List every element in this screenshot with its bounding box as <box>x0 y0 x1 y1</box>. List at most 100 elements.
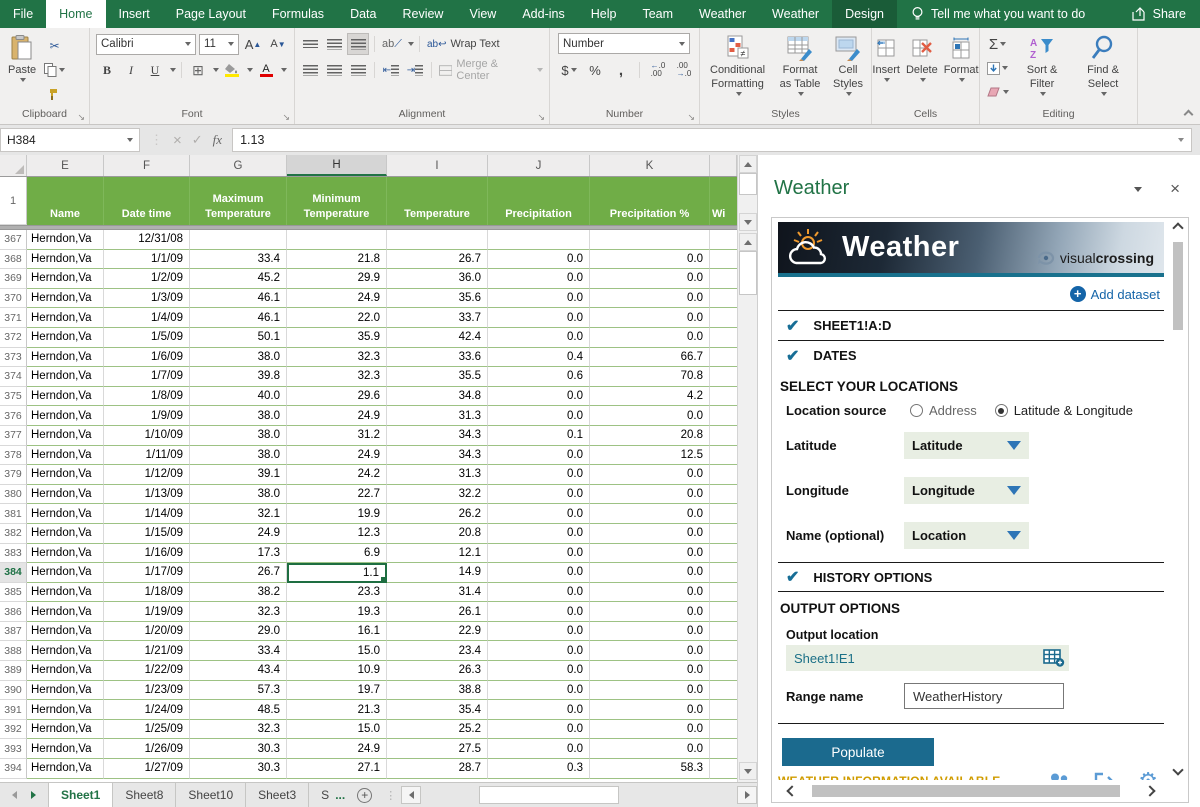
cell[interactable]: 31.3 <box>387 465 488 485</box>
cell[interactable]: 1/11/09 <box>104 446 190 466</box>
ribbon-tab-page-layout[interactable]: Page Layout <box>163 0 259 28</box>
underline-button[interactable]: U <box>144 59 166 81</box>
ribbon-tab-team[interactable]: Team <box>629 0 686 28</box>
row-number[interactable]: 383 <box>0 544 27 564</box>
select-all-corner[interactable] <box>0 155 27 176</box>
row-number[interactable]: 379 <box>0 465 27 485</box>
cell[interactable]: 38.0 <box>190 406 287 426</box>
column-header-partial[interactable] <box>710 155 737 176</box>
cell[interactable] <box>710 485 737 505</box>
cell[interactable] <box>710 406 737 426</box>
cell[interactable]: 0.0 <box>488 465 590 485</box>
longitude-select[interactable]: Longitude <box>904 477 1029 504</box>
ribbon-tab-view[interactable]: View <box>456 0 509 28</box>
cell[interactable]: 34.3 <box>387 446 488 466</box>
format-cells-button[interactable]: Format <box>941 31 982 85</box>
cell[interactable]: 1/25/09 <box>104 720 190 740</box>
cell[interactable]: 26.7 <box>190 563 287 583</box>
cell[interactable]: 33.4 <box>190 250 287 270</box>
sheet-tab-sheet3[interactable]: Sheet3 <box>246 783 309 807</box>
cell[interactable]: 38.8 <box>387 681 488 701</box>
cell[interactable]: 0.0 <box>488 250 590 270</box>
cell[interactable]: 1/20/09 <box>104 622 190 642</box>
sheet-overflow-ellipsis[interactable]: ... <box>331 783 349 807</box>
cell[interactable]: 24.9 <box>287 289 387 309</box>
cell[interactable]: 0.0 <box>590 700 710 720</box>
cell[interactable] <box>190 230 287 250</box>
merge-center-button[interactable]: Merge & Center <box>437 59 545 81</box>
cell[interactable]: 16.1 <box>287 622 387 642</box>
find-select-button[interactable]: Find & Select <box>1071 31 1135 99</box>
orientation-caret-icon[interactable] <box>408 42 414 46</box>
sheet-tab-s[interactable]: S <box>309 783 331 807</box>
name-box[interactable]: H384 <box>0 128 140 152</box>
cell[interactable] <box>710 641 737 661</box>
ribbon-tab-data[interactable]: Data <box>337 0 389 28</box>
ribbon-tab-file[interactable]: File <box>0 0 46 28</box>
align-center-icon[interactable] <box>323 59 345 81</box>
cell[interactable]: 0.0 <box>590 739 710 759</box>
collapse-ribbon-icon[interactable] <box>1184 110 1194 120</box>
insert-function-icon[interactable]: fx <box>213 132 222 148</box>
cell[interactable]: 19.3 <box>287 602 387 622</box>
cell[interactable]: 0.0 <box>590 289 710 309</box>
cell[interactable]: 25.2 <box>387 720 488 740</box>
autosum-button[interactable]: Σ <box>984 33 1011 55</box>
cell[interactable] <box>710 504 737 524</box>
cell[interactable]: 0.0 <box>488 308 590 328</box>
cell[interactable]: 0.0 <box>488 739 590 759</box>
cell[interactable]: 0.0 <box>488 563 590 583</box>
font-color-icon[interactable]: A <box>255 59 277 81</box>
sheet-tab-sheet10[interactable]: Sheet10 <box>176 783 246 807</box>
cell[interactable] <box>710 602 737 622</box>
align-bottom-icon[interactable] <box>347 33 369 55</box>
cell[interactable] <box>710 348 737 368</box>
row-number[interactable]: 369 <box>0 269 27 289</box>
italic-button[interactable]: I <box>120 59 142 81</box>
cell[interactable]: 0.0 <box>488 720 590 740</box>
cell[interactable]: Herndon,Va <box>27 308 104 328</box>
cell[interactable]: 0.0 <box>590 544 710 564</box>
expand-formula-bar-icon[interactable] <box>1178 138 1184 142</box>
row-number[interactable]: 374 <box>0 367 27 387</box>
cell[interactable] <box>710 720 737 740</box>
cell[interactable]: 24.2 <box>287 465 387 485</box>
row-number[interactable]: 372 <box>0 328 27 348</box>
cell[interactable]: 32.3 <box>190 720 287 740</box>
cell-styles-button[interactable]: Cell Styles <box>827 31 869 99</box>
cell[interactable]: 30.3 <box>190 739 287 759</box>
pane-scroll-down-icon[interactable] <box>1172 764 1183 775</box>
cell[interactable]: 0.0 <box>590 720 710 740</box>
row-number[interactable]: 386 <box>0 602 27 622</box>
cell[interactable]: 58.3 <box>590 759 710 779</box>
cell[interactable]: 33.7 <box>387 308 488 328</box>
cell[interactable]: 1/3/09 <box>104 289 190 309</box>
cell[interactable]: 39.1 <box>190 465 287 485</box>
cell[interactable]: 1/17/09 <box>104 563 190 583</box>
row-number[interactable]: 388 <box>0 641 27 661</box>
cell[interactable]: 26.7 <box>387 250 488 270</box>
ribbon-tab-add-ins[interactable]: Add-ins <box>509 0 577 28</box>
cell[interactable]: 1/4/09 <box>104 308 190 328</box>
cell[interactable]: 42.4 <box>387 328 488 348</box>
cell[interactable]: 0.0 <box>590 563 710 583</box>
cell[interactable]: 15.0 <box>287 641 387 661</box>
cell[interactable]: Herndon,Va <box>27 406 104 426</box>
cell[interactable]: 14.9 <box>387 563 488 583</box>
scroll-down-button-bottom-pane[interactable] <box>739 762 757 780</box>
cell[interactable]: 38.2 <box>190 583 287 603</box>
cell[interactable]: 24.9 <box>287 739 387 759</box>
cell[interactable]: 46.1 <box>190 289 287 309</box>
cell[interactable]: 0.0 <box>590 524 710 544</box>
comma-format-icon[interactable]: , <box>610 59 632 81</box>
cell[interactable]: 1/13/09 <box>104 485 190 505</box>
cell[interactable]: 34.3 <box>387 426 488 446</box>
cell[interactable]: 4.2 <box>590 387 710 407</box>
cell[interactable]: 40.0 <box>190 387 287 407</box>
cell[interactable]: 29.9 <box>287 269 387 289</box>
cell[interactable]: Herndon,Va <box>27 289 104 309</box>
vertical-scrollbar[interactable] <box>737 155 757 782</box>
increase-decimal-icon[interactable]: ←.0.00 <box>647 59 669 81</box>
cell[interactable]: 0.0 <box>590 250 710 270</box>
cell[interactable] <box>710 622 737 642</box>
